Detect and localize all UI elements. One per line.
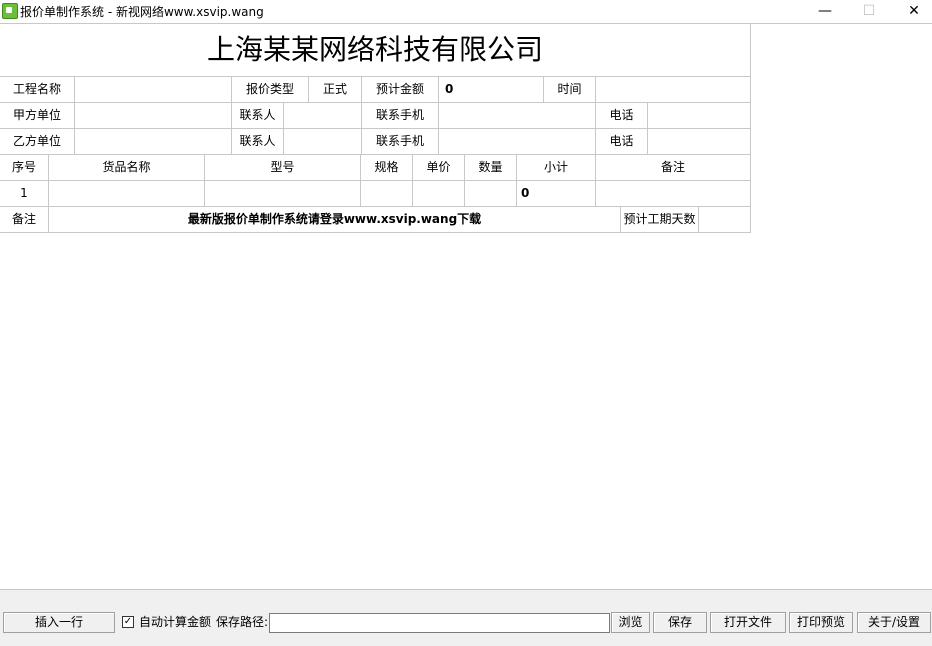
open-file-button[interactable]: 打开文件 [710, 612, 786, 633]
estimated-amount-field[interactable]: 0 [439, 77, 544, 103]
project-name-label: 工程名称 [0, 77, 75, 103]
duration-field[interactable] [699, 207, 751, 233]
save-button[interactable]: 保存 [653, 612, 707, 633]
party-a-unit-label: 甲方单位 [0, 103, 75, 129]
item-remark-cell[interactable] [596, 181, 751, 207]
party-b-contact-label: 联系人 [232, 129, 284, 155]
party-a-contact-label: 联系人 [232, 103, 284, 129]
about-settings-button[interactable]: 关于/设置 [857, 612, 931, 633]
company-name-heading[interactable]: 上海某某网络科技有限公司 [0, 24, 751, 77]
items-header-name: 货品名称 [49, 155, 205, 181]
items-header-unit-price: 单价 [413, 155, 465, 181]
auto-calc-label[interactable]: 自动计算金额 [139, 614, 211, 631]
window-title: 报价单制作系统 - 新视网络www.xsvip.wang [20, 5, 264, 19]
quote-type-label: 报价类型 [232, 77, 309, 103]
time-field[interactable] [596, 77, 751, 103]
app-icon [2, 3, 18, 19]
auto-calc-checkbox[interactable]: ✓ [122, 616, 134, 628]
title-bar: 报价单制作系统 - 新视网络www.xsvip.wang — ☐ ✕ [0, 0, 932, 24]
party-a-phone-field[interactable] [648, 103, 751, 129]
footer-remark-label: 备注 [0, 207, 49, 233]
party-b-mobile-label: 联系手机 [362, 129, 439, 155]
item-quantity-cell[interactable] [465, 181, 517, 207]
party-b-unit-label: 乙方单位 [0, 129, 75, 155]
items-header-remark: 备注 [596, 155, 751, 181]
item-unit-price-cell[interactable] [413, 181, 465, 207]
party-a-mobile-field[interactable] [439, 103, 596, 129]
item-subtotal-cell[interactable]: 0 [517, 181, 596, 207]
party-b-mobile-field[interactable] [439, 129, 596, 155]
maximize-button[interactable]: ☐ [846, 0, 892, 23]
print-preview-button[interactable]: 打印预览 [789, 612, 853, 633]
minimize-button[interactable]: — [802, 0, 848, 23]
save-path-input[interactable] [269, 613, 610, 633]
item-name-cell[interactable] [49, 181, 205, 207]
sheet-bottom-band [0, 590, 932, 600]
items-header-spec: 规格 [361, 155, 413, 181]
footer-remark-text[interactable]: 最新版报价单制作系统请登录www.xsvip.wang下载 [49, 207, 621, 233]
close-button[interactable]: ✕ [891, 0, 932, 23]
item-model-cell[interactable] [205, 181, 361, 207]
party-a-phone-label: 电话 [596, 103, 648, 129]
party-b-phone-label: 电话 [596, 129, 648, 155]
party-b-contact-field[interactable] [284, 129, 362, 155]
save-path-label: 保存路径: [216, 615, 269, 629]
time-label: 时间 [544, 77, 596, 103]
items-header-no: 序号 [0, 155, 49, 181]
insert-row-button[interactable]: 插入一行 [3, 612, 115, 633]
project-name-field[interactable] [75, 77, 232, 103]
items-header-model: 型号 [205, 155, 361, 181]
party-b-phone-field[interactable] [648, 129, 751, 155]
item-spec-cell[interactable] [361, 181, 413, 207]
party-a-unit-field[interactable] [75, 103, 232, 129]
estimated-amount-label: 预计金额 [362, 77, 439, 103]
items-header-quantity: 数量 [465, 155, 517, 181]
party-a-contact-field[interactable] [284, 103, 362, 129]
item-no-cell: 1 [0, 181, 49, 207]
party-b-unit-field[interactable] [75, 129, 232, 155]
browse-button[interactable]: 浏览 [611, 612, 650, 633]
duration-label: 预计工期天数 [621, 207, 699, 233]
items-header-subtotal: 小计 [517, 155, 596, 181]
quote-type-field[interactable]: 正式 [309, 77, 362, 103]
party-a-mobile-label: 联系手机 [362, 103, 439, 129]
